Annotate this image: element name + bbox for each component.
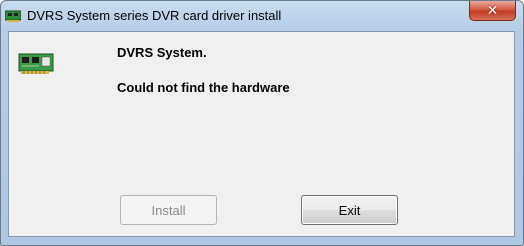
close-icon: ✕ bbox=[486, 2, 499, 18]
product-heading: DVRS System. bbox=[117, 45, 207, 60]
hardware-card-icon bbox=[18, 53, 54, 74]
error-message: Could not find the hardware bbox=[117, 80, 290, 95]
install-button[interactable]: Install bbox=[120, 195, 217, 225]
window-title: DVRS System series DVR card driver insta… bbox=[27, 8, 282, 23]
installer-window: DVRS System series DVR card driver insta… bbox=[0, 0, 524, 246]
dialog-body: DVRS System. Could not find the hardware… bbox=[8, 31, 515, 237]
hardware-card-icon bbox=[5, 10, 21, 22]
title-bar[interactable]: DVRS System series DVR card driver insta… bbox=[1, 1, 523, 31]
close-button[interactable]: ✕ bbox=[469, 1, 516, 21]
exit-button[interactable]: Exit bbox=[301, 195, 398, 225]
